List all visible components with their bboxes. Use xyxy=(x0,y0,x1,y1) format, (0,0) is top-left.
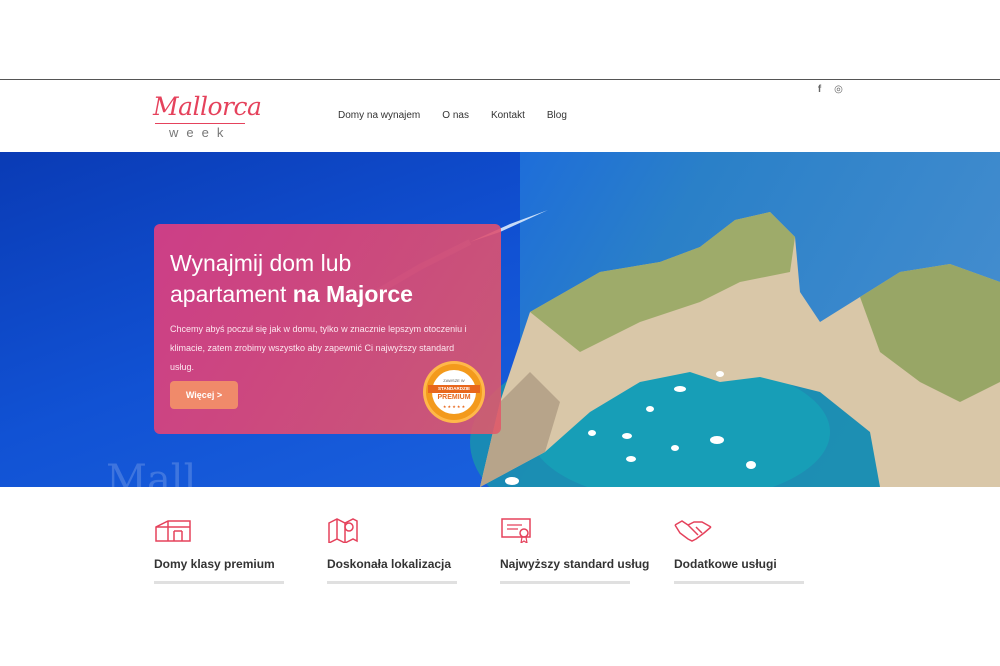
feature-text xyxy=(154,581,284,584)
nav-item-rentals[interactable]: Domy na wynajem xyxy=(338,110,420,121)
main-nav: Domy na wynajem O nas Kontakt Blog xyxy=(338,110,589,121)
feature-title: Dodatkowe usługi xyxy=(674,557,777,571)
hero-banner: Mall Wynajmij dom lub apartament na Majo… xyxy=(0,152,1000,487)
feature-title: Najwyższy standard usług xyxy=(500,557,650,571)
nav-item-blog[interactable]: Blog xyxy=(547,110,567,121)
logo-script: Mallorca xyxy=(153,92,262,121)
feature-title: Domy klasy premium xyxy=(154,557,275,571)
logo-subtitle: week xyxy=(169,125,232,140)
map-pin-icon xyxy=(328,518,358,543)
social-links: f ◎ xyxy=(814,84,844,95)
certificate-icon xyxy=(501,518,531,543)
browser-viewport: Mallorca week Domy na wynajem O nas Kont… xyxy=(0,79,1000,587)
features-section: Domy klasy premium Doskonała lokalizacja… xyxy=(0,487,1000,587)
logo-underline xyxy=(155,123,245,124)
feature-text xyxy=(500,581,630,584)
site-logo[interactable]: Mallorca week xyxy=(153,92,262,144)
hero-ghost-text: Mall xyxy=(106,457,197,487)
nav-item-about[interactable]: O nas xyxy=(442,110,469,121)
feature-text xyxy=(674,581,804,584)
hero-card: Wynajmij dom lub apartament na Majorce C… xyxy=(154,224,501,434)
handshake-icon xyxy=(674,520,712,542)
hero-description: Chcemy abyś poczuł się jak w domu, tylko… xyxy=(170,324,467,372)
hero-title: Wynajmij dom lub apartament na Majorce xyxy=(170,250,413,307)
site-header: Mallorca week Domy na wynajem O nas Kont… xyxy=(0,80,1000,152)
facebook-icon[interactable]: f xyxy=(814,84,825,95)
feature-text xyxy=(327,581,457,584)
instagram-icon[interactable]: ◎ xyxy=(833,84,844,95)
more-button[interactable]: Więcej > xyxy=(170,381,238,409)
house-icon xyxy=(155,520,191,542)
feature-title: Doskonała lokalizacja xyxy=(327,557,452,571)
nav-item-contact[interactable]: Kontakt xyxy=(491,110,525,121)
premium-badge: ZAWSZE W STANDARDZIE PREMIUM ★ ★ ★ ★ ★ xyxy=(426,364,482,420)
